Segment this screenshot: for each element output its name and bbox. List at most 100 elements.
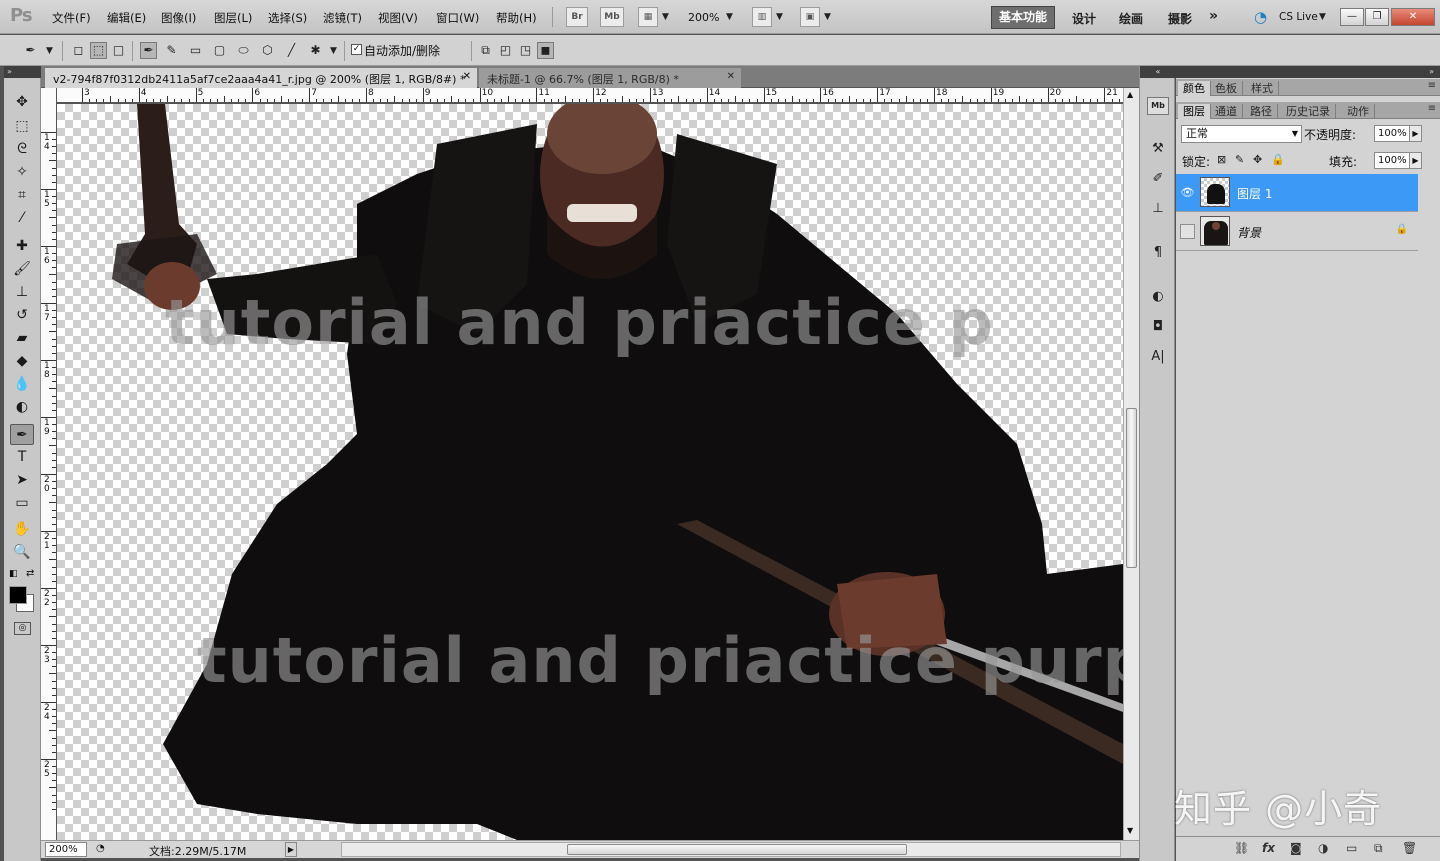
menu-image[interactable]: 图像(I) bbox=[161, 10, 196, 26]
marquee-tool-icon[interactable]: ⬚ bbox=[10, 116, 34, 137]
pen-tool-preset-icon[interactable]: ✒ bbox=[22, 42, 39, 59]
workspace-design[interactable]: 设计 bbox=[1072, 10, 1096, 27]
mini-bridge-button[interactable]: Mb bbox=[600, 7, 624, 27]
shape-layers-icon[interactable]: ◻ bbox=[70, 42, 87, 59]
auto-add-delete-checkbox[interactable]: ✓ bbox=[351, 44, 362, 55]
brush-tool-icon[interactable]: 🖌 bbox=[10, 259, 34, 280]
chevron-down-icon[interactable]: ▼ bbox=[776, 12, 783, 22]
status-menu-arrow[interactable]: ▶ bbox=[285, 842, 297, 857]
lock-image-icon[interactable]: ✎ bbox=[1235, 153, 1244, 166]
menu-select[interactable]: 选择(S) bbox=[268, 10, 307, 26]
status-info-icon[interactable]: ◔ bbox=[96, 843, 105, 854]
vertical-ruler[interactable]: 1 4 1 5 1 6 1 7 1 8 1 9 2 0 2 1 2 2 2 3 2 4 2 5 bbox=[41, 88, 57, 840]
menu-edit[interactable]: 编辑(E) bbox=[107, 10, 146, 26]
rounded-rectangle-icon[interactable]: ▢ bbox=[211, 42, 228, 59]
chevron-down-icon[interactable]: ▼ bbox=[1319, 12, 1326, 22]
combine-icon[interactable]: ⧉ bbox=[477, 42, 494, 59]
arrange-documents-icon[interactable]: ▥ bbox=[752, 7, 772, 27]
paint-bucket-tool-icon[interactable]: ◆ bbox=[10, 351, 34, 372]
quick-mask-icon[interactable]: ◎ bbox=[14, 622, 31, 635]
dodge-tool-icon[interactable]: ◐ bbox=[10, 397, 34, 418]
eraser-tool-icon[interactable]: ▰ bbox=[10, 328, 34, 349]
exclude-icon[interactable]: ◼ bbox=[537, 42, 554, 59]
tab-paths[interactable]: 路径 bbox=[1245, 104, 1278, 119]
healing-brush-tool-icon[interactable]: ✚ bbox=[10, 236, 34, 257]
chevron-down-icon[interactable]: ▼ bbox=[726, 12, 733, 22]
menu-help[interactable]: 帮助(H) bbox=[496, 10, 537, 26]
subtract-icon[interactable]: ◰ bbox=[497, 42, 514, 59]
mini-bridge-panel-icon[interactable]: Mb bbox=[1147, 97, 1169, 115]
rectangle-shape-icon[interactable]: ▭ bbox=[187, 42, 204, 59]
opacity-slider-arrow[interactable]: ▶ bbox=[1409, 125, 1422, 142]
close-tab-icon[interactable]: ✕ bbox=[463, 71, 471, 82]
tab-actions[interactable]: 动作 bbox=[1342, 104, 1375, 119]
vertical-scrollbar[interactable]: ▲ ▼ bbox=[1123, 88, 1139, 840]
workspace-photography[interactable]: 摄影 bbox=[1168, 10, 1192, 27]
layer-row-background[interactable]: 背景 🔒 bbox=[1176, 213, 1418, 251]
foreground-color-swatch[interactable] bbox=[9, 586, 27, 604]
fill-field[interactable]: 100% bbox=[1374, 152, 1410, 169]
panel-menu-icon[interactable]: ≡ bbox=[1428, 103, 1436, 114]
swap-colors-icon[interactable]: ⇄ bbox=[26, 568, 34, 579]
paths-mode-icon[interactable]: ⬚ bbox=[90, 42, 107, 59]
shape-tool-icon[interactable]: ▭ bbox=[10, 493, 34, 514]
close-window-button[interactable]: ✕ bbox=[1391, 8, 1435, 26]
masks-panel-icon[interactable]: ◘ bbox=[1147, 316, 1169, 338]
tab-channels[interactable]: 通道 bbox=[1210, 104, 1243, 119]
fill-pixels-icon[interactable]: □ bbox=[110, 42, 127, 59]
minimize-button[interactable]: — bbox=[1340, 8, 1364, 26]
tab-document-2[interactable]: 未标题-1 @ 66.7% (图层 1, RGB/8) * ✕ bbox=[479, 68, 741, 88]
tab-styles[interactable]: 样式 bbox=[1246, 81, 1279, 96]
menu-window[interactable]: 窗口(W) bbox=[436, 10, 479, 26]
move-tool-icon[interactable]: ✥ bbox=[10, 92, 34, 113]
blur-tool-icon[interactable]: 💧 bbox=[10, 374, 34, 395]
menu-filter[interactable]: 滤镜(T) bbox=[323, 10, 362, 26]
opacity-field[interactable]: 100% bbox=[1374, 125, 1410, 142]
character-panel-icon[interactable]: A| bbox=[1147, 346, 1169, 368]
status-zoom-field[interactable]: 200% bbox=[45, 842, 87, 857]
lock-transparent-icon[interactable]: ⊠ bbox=[1217, 153, 1226, 166]
fill-slider-arrow[interactable]: ▶ bbox=[1409, 152, 1422, 169]
ellipse-icon[interactable]: ⬭ bbox=[235, 42, 252, 59]
lock-position-icon[interactable]: ✥ bbox=[1253, 153, 1262, 166]
intersect-icon[interactable]: ◳ bbox=[517, 42, 534, 59]
pen-tool-icon[interactable]: ✒ bbox=[10, 424, 34, 445]
close-tab-icon[interactable]: ✕ bbox=[727, 71, 735, 82]
horizontal-scrollbar[interactable] bbox=[341, 842, 1121, 857]
new-group-icon[interactable]: ▭ bbox=[1346, 841, 1357, 855]
clone-source-icon[interactable]: ⊥ bbox=[1147, 198, 1169, 220]
screen-mode-icon[interactable]: ▣ bbox=[800, 7, 820, 27]
magic-wand-tool-icon[interactable]: ✧ bbox=[10, 162, 34, 183]
workspace-essentials[interactable]: 基本功能 bbox=[991, 6, 1055, 29]
collapse-icon[interactable]: » bbox=[4, 66, 41, 78]
tab-document-1[interactable]: v2-794f87f0312db2411a5af7ce2aaa4a41_r.jp… bbox=[45, 68, 477, 88]
chevron-down-icon[interactable]: ▼ bbox=[662, 12, 669, 22]
visibility-toggle[interactable] bbox=[1180, 224, 1195, 239]
line-icon[interactable]: ╱ bbox=[283, 42, 300, 59]
freeform-pen-icon[interactable]: ✎ bbox=[163, 42, 180, 59]
scroll-down-icon[interactable]: ▼ bbox=[1127, 826, 1133, 835]
scroll-up-icon[interactable]: ▲ bbox=[1127, 90, 1133, 99]
workspace-painting[interactable]: 绘画 bbox=[1119, 10, 1143, 27]
cs-live-icon[interactable]: ◔ bbox=[1254, 8, 1267, 26]
cs-live-button[interactable]: CS Live bbox=[1279, 11, 1318, 23]
adjustment-layer-icon[interactable]: ◑ bbox=[1318, 841, 1328, 855]
path-selection-tool-icon[interactable]: ➤ bbox=[10, 470, 34, 491]
tool-presets-icon[interactable]: ⚒ bbox=[1147, 138, 1169, 160]
chevron-down-icon[interactable]: ▼ bbox=[46, 46, 53, 56]
panel-menu-icon[interactable]: ≡ bbox=[1428, 80, 1436, 91]
delete-layer-icon[interactable]: 🗑 bbox=[1402, 841, 1417, 855]
tab-swatches[interactable]: 色板 bbox=[1210, 81, 1243, 96]
restore-button[interactable]: ❐ bbox=[1365, 8, 1389, 26]
eyedropper-tool-icon[interactable]: ⁄ bbox=[10, 208, 34, 229]
layer-row-layer1[interactable]: 👁 图层 1 bbox=[1176, 174, 1418, 212]
extras-icon[interactable]: ▦ bbox=[638, 7, 658, 27]
add-mask-icon[interactable]: ◙ bbox=[1290, 841, 1302, 855]
lock-all-icon[interactable]: 🔒 bbox=[1271, 153, 1285, 166]
new-layer-icon[interactable]: ⧉ bbox=[1374, 841, 1383, 856]
zoom-tool-icon[interactable]: 🔍 bbox=[10, 542, 34, 563]
crop-tool-icon[interactable]: ⌗ bbox=[10, 185, 34, 206]
menu-view[interactable]: 视图(V) bbox=[378, 10, 418, 26]
history-brush-tool-icon[interactable]: ↺ bbox=[10, 305, 34, 326]
more-workspaces-button[interactable]: » bbox=[1209, 8, 1218, 24]
